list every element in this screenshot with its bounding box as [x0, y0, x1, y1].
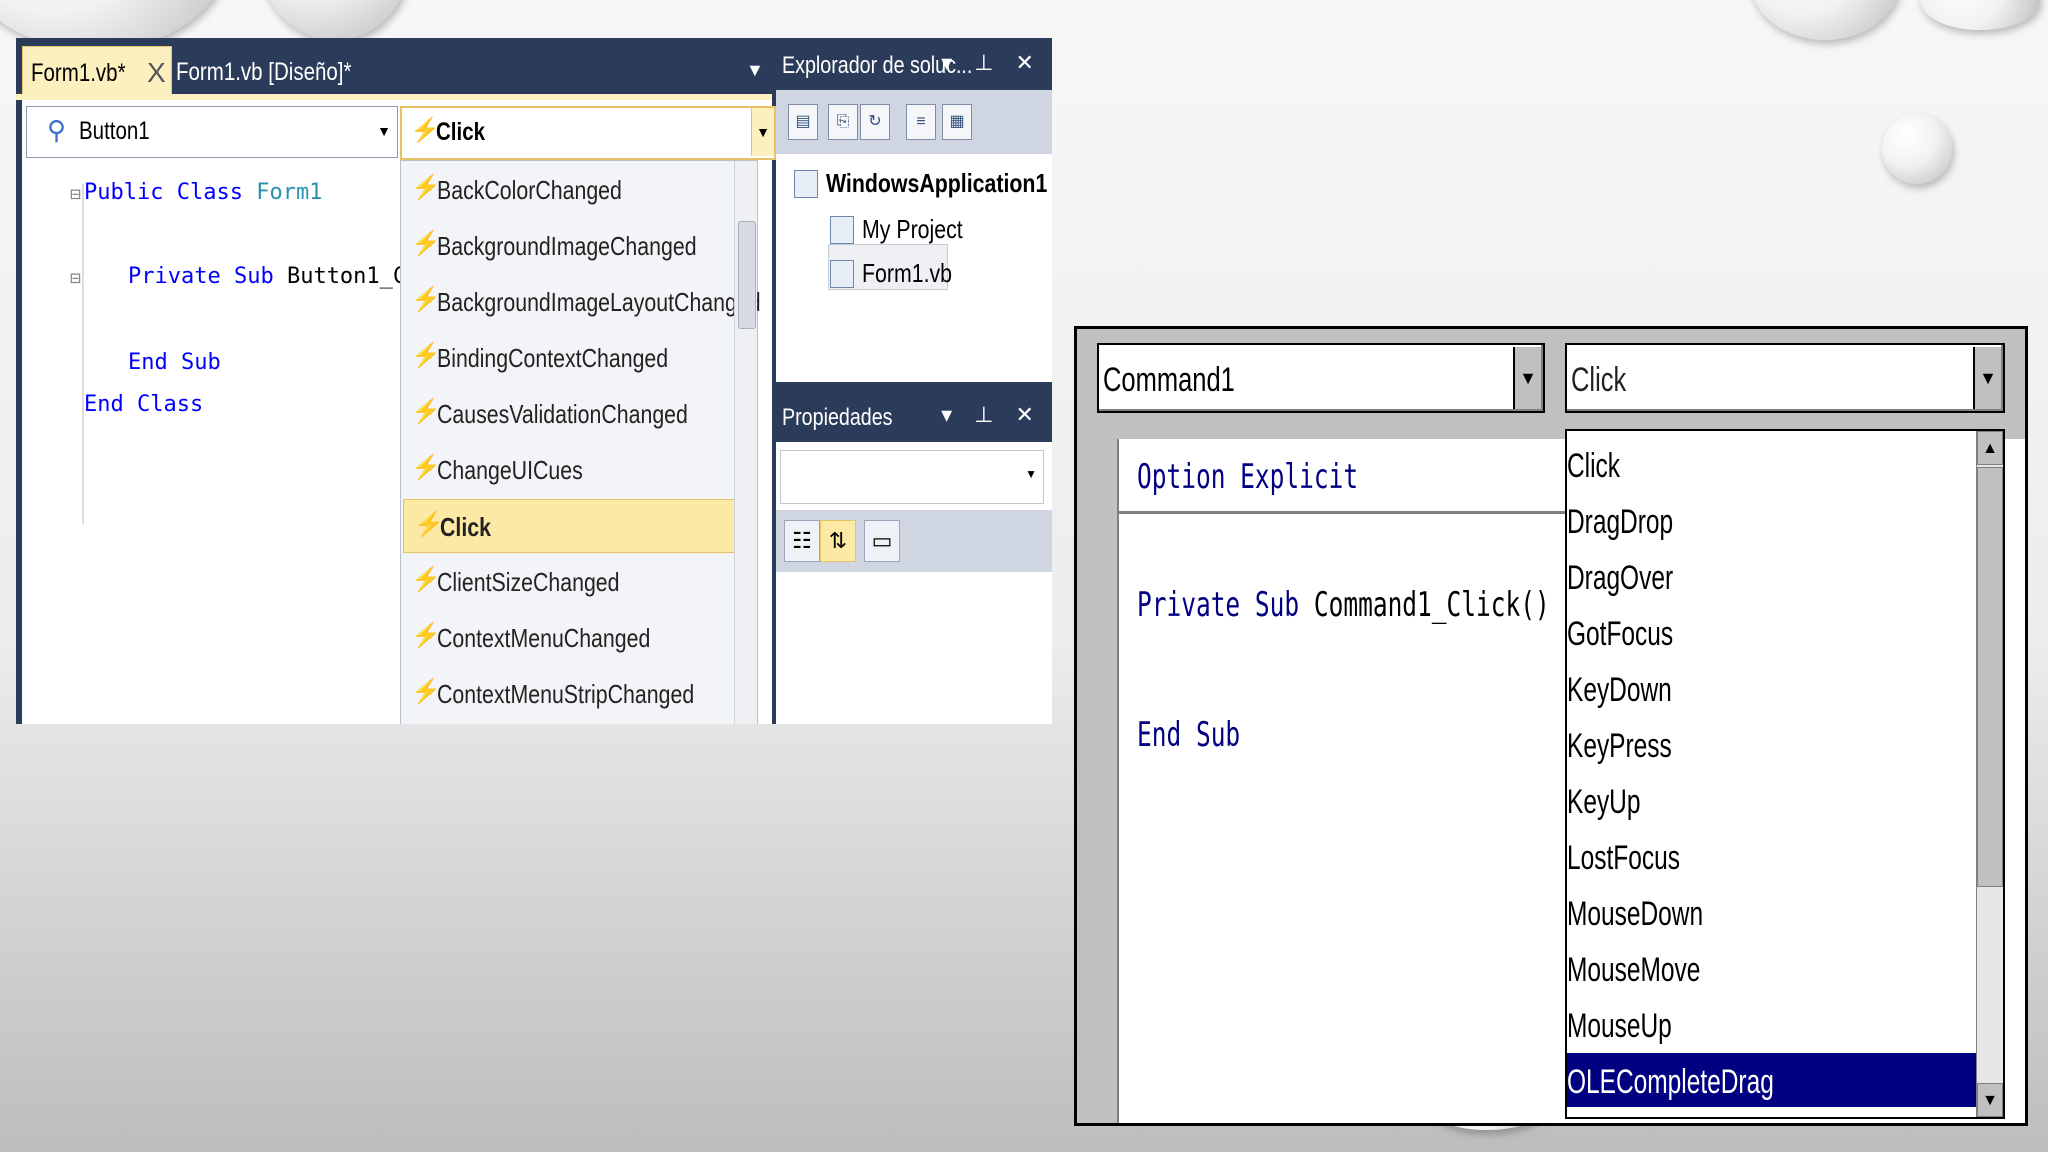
sort-alpha-icon[interactable]: ⇅ — [820, 520, 856, 562]
list-item[interactable]: DragOver — [1567, 549, 1977, 603]
code-line: End Sub — [128, 350, 221, 375]
code-line: Private Sub Command1_Click() — [1137, 585, 1550, 625]
show-all-files-icon[interactable]: ⎘ — [828, 104, 858, 140]
tree-item-project[interactable]: WindowsApplication1 — [826, 168, 1047, 199]
event-dropdown[interactable]: ⚡ Click ▼ — [400, 106, 776, 160]
refresh-icon[interactable]: ↻ — [860, 104, 890, 140]
properties-toolbar: ☷ ⇅ ▭ — [776, 510, 1052, 572]
bubble-decoration — [1920, 0, 2040, 30]
panel-controls[interactable]: ▾ ⊥ ✕ — [941, 402, 1042, 428]
solution-explorer-header: Explorador de soluc... ▾ ⊥ ✕ — [776, 38, 1052, 90]
list-item[interactable]: GotFocus — [1567, 605, 1977, 659]
object-dropdown[interactable]: ⚲ Button1 ▼ — [26, 106, 398, 158]
procedure-list[interactable]: Click DragDrop DragOver GotFocus KeyDown… — [1565, 429, 2005, 1119]
list-item[interactable]: KeyPress — [1567, 717, 1977, 771]
code-margin — [1077, 439, 1119, 1123]
bubble-decoration — [260, 0, 410, 40]
list-item[interactable]: ⚡ ClientSizeChanged — [401, 555, 741, 607]
panel-controls[interactable]: ▾ ⊥ ✕ — [941, 50, 1042, 76]
list-item-selected[interactable]: OLECompleteDrag — [1567, 1053, 1977, 1107]
code-area[interactable]: ⊟ Public Class Form1 ⊟ Private Sub Butto… — [28, 160, 446, 724]
view-code-icon[interactable]: ≡ — [906, 104, 936, 140]
properties-object-select[interactable]: ▼ — [780, 450, 1044, 504]
collapse-icon[interactable]: ⊟ — [70, 184, 81, 205]
procedure-dropdown[interactable]: Click ▼ — [1565, 343, 2005, 413]
document-tab-bar: Form1.vb* X Form1.vb [Diseño]* ▼ — [16, 38, 772, 96]
list-item[interactable]: Click — [1567, 437, 1977, 491]
object-dropdown-value: Button1 — [79, 117, 150, 145]
scrollbar-thumb[interactable] — [738, 221, 756, 329]
outline-guide — [82, 184, 84, 524]
tab-form1-designer[interactable]: Form1.vb [Diseño]* — [176, 58, 351, 87]
tab-label: Form1.vb* — [31, 59, 126, 87]
object-dropdown[interactable]: Command1 ▼ — [1097, 343, 1545, 413]
list-item[interactable]: DragDrop — [1567, 493, 1977, 547]
list-item[interactable]: ⚡ ChangeUICues — [401, 443, 741, 495]
chevron-down-icon[interactable]: ▼ — [751, 108, 774, 156]
list-item[interactable]: ⚡ CausesValidationChanged — [401, 387, 741, 439]
tree-item-form1[interactable]: Form1.vb — [862, 258, 952, 289]
list-item[interactable]: MouseUp — [1567, 997, 1977, 1051]
chevron-down-icon[interactable]: ▼ — [1973, 347, 2001, 409]
event-list[interactable]: ⚡ BackColorChanged ⚡ BackgroundImageChange… — [400, 160, 761, 724]
categorized-icon[interactable]: ☷ — [784, 520, 820, 562]
list-item[interactable]: ⚡ BackgroundImageChanged — [401, 219, 741, 271]
code-line: End Sub — [1137, 715, 1241, 755]
panel-title: Propiedades — [782, 404, 893, 431]
collapse-icon[interactable]: ⊟ — [70, 268, 81, 289]
close-icon[interactable]: X — [147, 57, 166, 89]
event-list-scrollbar[interactable] — [734, 161, 757, 724]
code-line: End Class — [84, 392, 204, 417]
vb-file-icon — [830, 260, 854, 288]
chevron-down-icon[interactable]: ▼ — [377, 123, 391, 139]
solution-explorer-toolbar: ▤ ⎘ ↻ ≡ ▦ — [776, 90, 1052, 154]
properties-panel: Propiedades ▾ ⊥ ✕ ▼ ☷ ⇅ ▭ — [776, 390, 1052, 724]
scrollbar-thumb[interactable] — [1977, 467, 2003, 887]
list-item[interactable]: ⚡ ContextMenuChanged — [401, 611, 741, 663]
vb6-code-window-screenshot: Command1 ▼ Click ▼ Option Explicit Priva… — [1074, 326, 2028, 1126]
list-item[interactable]: MouseMove — [1567, 941, 1977, 995]
my-project-icon — [830, 216, 854, 244]
bubble-decoration — [1882, 114, 1952, 184]
chevron-down-icon[interactable]: ▼ — [746, 60, 764, 81]
list-item[interactable]: MouseDown — [1567, 885, 1977, 939]
list-item[interactable]: LostFocus — [1567, 829, 1977, 883]
code-line: Public Class Form1 — [84, 180, 323, 205]
project-icon — [794, 170, 818, 198]
list-item[interactable]: ⚡ BackColorChanged — [401, 163, 741, 215]
tree-item-my-project[interactable]: My Project — [862, 214, 963, 245]
solution-tree: WindowsApplication1 My Project Form1.vb — [776, 154, 1052, 382]
tab-form1-vb[interactable]: Form1.vb* X — [22, 46, 172, 95]
procedure-dropdown-value: Click — [1571, 361, 1627, 399]
bubble-decoration — [1750, 0, 1900, 40]
code-line: Private Sub Button1_Clic — [128, 264, 446, 289]
list-item[interactable]: ⚡ BindingContextChanged — [401, 331, 741, 383]
list-item[interactable]: KeyDown — [1567, 661, 1977, 715]
code-line: Option Explicit — [1137, 457, 1359, 497]
list-item-selected[interactable]: ⚡ Click — [403, 499, 739, 553]
properties-icon[interactable]: ▤ — [788, 104, 818, 140]
view-designer-icon[interactable]: ▦ — [942, 104, 972, 140]
scroll-down-icon[interactable]: ▼ — [1977, 1083, 2003, 1117]
procedure-list-scrollbar[interactable]: ▲ ▼ — [1976, 431, 2003, 1117]
procedure-separator — [1119, 511, 1639, 514]
chevron-down-icon[interactable]: ▼ — [1025, 467, 1037, 481]
list-item[interactable]: ⚡ ContextMenuStripChanged — [401, 667, 741, 719]
vbnet-ide-screenshot: Form1.vb* X Form1.vb [Diseño]* ▼ ⚲ Butto… — [16, 38, 1052, 724]
chevron-down-icon[interactable]: ▼ — [1513, 347, 1541, 409]
control-icon: ⚲ — [47, 115, 67, 145]
object-dropdown-value: Command1 — [1103, 361, 1235, 399]
code-editor: ⚲ Button1 ▼ ⚡ Click ▼ ⊟ Public Class For… — [22, 100, 776, 724]
scroll-up-icon[interactable]: ▲ — [1977, 431, 2003, 465]
properties-header: Propiedades ▾ ⊥ ✕ — [776, 390, 1052, 442]
property-pages-icon[interactable]: ▭ — [864, 520, 900, 562]
list-item[interactable]: ⚡ BackgroundImageLayoutChanged — [401, 275, 761, 327]
list-item[interactable]: KeyUp — [1567, 773, 1977, 827]
event-dropdown-value: Click — [436, 118, 486, 146]
solution-explorer-panel: Explorador de soluc... ▾ ⊥ ✕ ▤ ⎘ ↻ ≡ ▦ W… — [776, 38, 1052, 382]
